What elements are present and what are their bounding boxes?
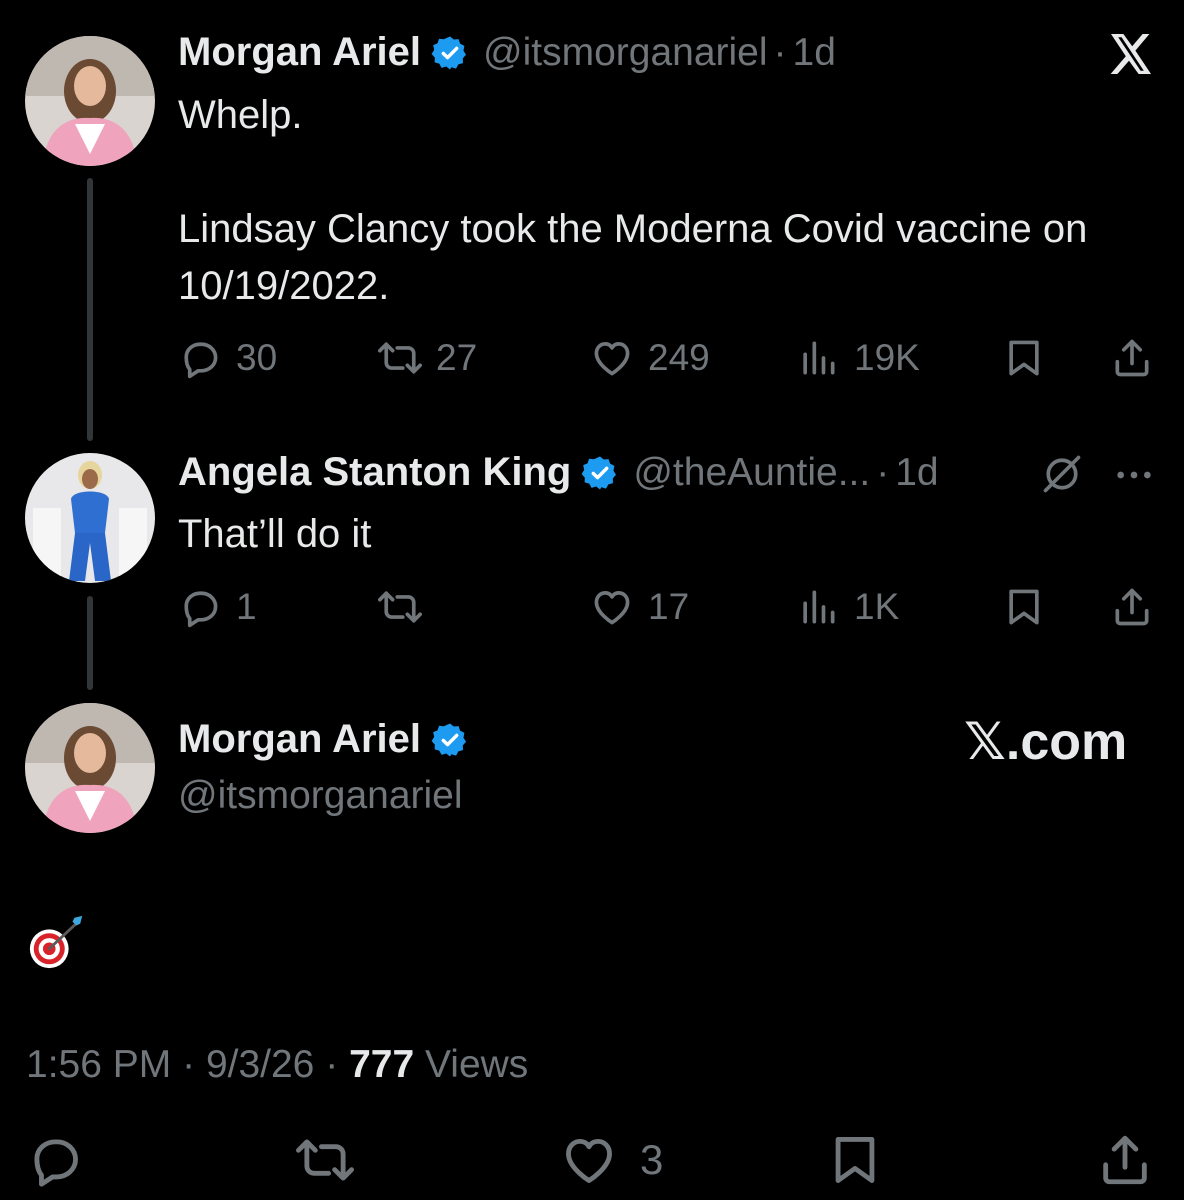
tweet-text: Whelp. Lindsay Clancy took the Moderna C… (178, 93, 1088, 308)
separator-dot: · (876, 450, 890, 494)
views-count: 19K (854, 337, 920, 378)
reply-button[interactable]: 1 (178, 582, 257, 632)
tweet1-header: Morgan Ariel @itsmorganariel · 1d (178, 30, 836, 75)
author-name[interactable]: Angela Stanton King (178, 450, 571, 495)
reply-count: 30 (236, 337, 278, 378)
retweet-button[interactable] (296, 1128, 354, 1192)
like-button[interactable]: 3 (560, 1128, 663, 1192)
retweet-button[interactable] (378, 582, 422, 632)
avatar-morgan-ariel[interactable] (25, 703, 155, 833)
author-name[interactable]: Morgan Ariel (178, 717, 421, 762)
like-button[interactable]: 249 (590, 333, 710, 383)
bookmark-icon (1002, 336, 1046, 380)
grok-icon[interactable] (1040, 452, 1084, 496)
bookmark-button[interactable] (1002, 582, 1046, 632)
views-icon (796, 585, 840, 629)
reply-icon (26, 1131, 84, 1189)
tweet3-handle-row: @itsmorganariel (178, 774, 463, 818)
tweet-time[interactable]: 1d (895, 451, 938, 495)
author-name[interactable]: Morgan Ariel (178, 30, 421, 75)
tweet-date[interactable]: 9/3/26 (206, 1043, 314, 1086)
reply-button[interactable] (26, 1128, 84, 1192)
views-count: 1K (854, 586, 900, 627)
retweet-button[interactable]: 27 (378, 333, 477, 383)
share-button[interactable] (1110, 333, 1154, 383)
tweet2-actions: 1 17 1K (178, 582, 1158, 632)
like-button[interactable]: 17 (590, 582, 689, 632)
bookmark-button[interactable] (1002, 333, 1046, 383)
tweet-meta: 1:56 PM · 9/3/26 · 777 Views (26, 1043, 528, 1087)
tweet-time[interactable]: 1d (793, 31, 836, 75)
heart-icon (560, 1131, 618, 1189)
avatar-morgan-ariel[interactable] (25, 36, 155, 166)
heart-icon (590, 336, 634, 380)
x-logo-icon[interactable] (1106, 30, 1156, 78)
author-handle[interactable]: @itsmorganariel (178, 774, 463, 818)
tweet-text: That’ll do it (178, 512, 372, 556)
bookmark-icon (1002, 585, 1046, 629)
thread-line (87, 596, 93, 690)
separator-dot: · (773, 30, 787, 74)
author-handle[interactable]: @theAuntie... (633, 451, 870, 495)
like-count: 249 (648, 337, 710, 378)
retweet-icon (296, 1131, 354, 1189)
reply-icon (178, 336, 222, 380)
views-icon (796, 336, 840, 380)
reply-button[interactable]: 30 (178, 333, 277, 383)
retweet-icon (378, 336, 422, 380)
focused-tweet-actions: 3 (0, 1128, 1184, 1192)
share-icon (1110, 585, 1154, 629)
like-count: 17 (648, 586, 690, 627)
retweet-count: 27 (436, 337, 478, 378)
bookmark-button[interactable] (826, 1128, 884, 1192)
verified-badge-icon (431, 34, 469, 72)
tweet3-header: Morgan Ariel (178, 717, 483, 762)
reply-count: 1 (236, 586, 257, 627)
views-button[interactable]: 1K (796, 582, 899, 632)
avatar-image (25, 453, 155, 583)
tweet2-header: Angela Stanton King @theAuntie... · 1d (178, 450, 939, 495)
verified-badge-icon (581, 454, 619, 492)
views-label: Views (424, 1043, 529, 1086)
share-button[interactable] (1096, 1128, 1154, 1192)
separator-dot: · (325, 1043, 339, 1086)
more-icon[interactable] (1114, 455, 1154, 495)
views-total: 777 (349, 1043, 415, 1086)
tweet-timestamp[interactable]: 1:56 PM (26, 1043, 171, 1086)
thread-line (87, 178, 93, 441)
retweet-icon (378, 585, 422, 629)
reply-icon (178, 585, 222, 629)
author-handle[interactable]: @itsmorganariel (483, 31, 768, 75)
share-icon (1110, 336, 1154, 380)
tweet1-actions: 30 27 249 19K (178, 333, 1158, 383)
separator-dot: · (182, 1043, 196, 1086)
share-icon (1096, 1131, 1154, 1189)
avatar-angela-stanton-king[interactable] (25, 453, 155, 583)
direct-hit-emoji (26, 910, 88, 972)
x-com-brand: 𝕏.com (964, 713, 1128, 771)
views-button[interactable]: 19K (796, 333, 920, 383)
like-count: 3 (640, 1136, 664, 1183)
share-button[interactable] (1110, 582, 1154, 632)
verified-badge-icon (431, 721, 469, 759)
avatar-image (25, 36, 155, 166)
avatar-image (25, 703, 155, 833)
bookmark-icon (826, 1131, 884, 1189)
heart-icon (590, 585, 634, 629)
